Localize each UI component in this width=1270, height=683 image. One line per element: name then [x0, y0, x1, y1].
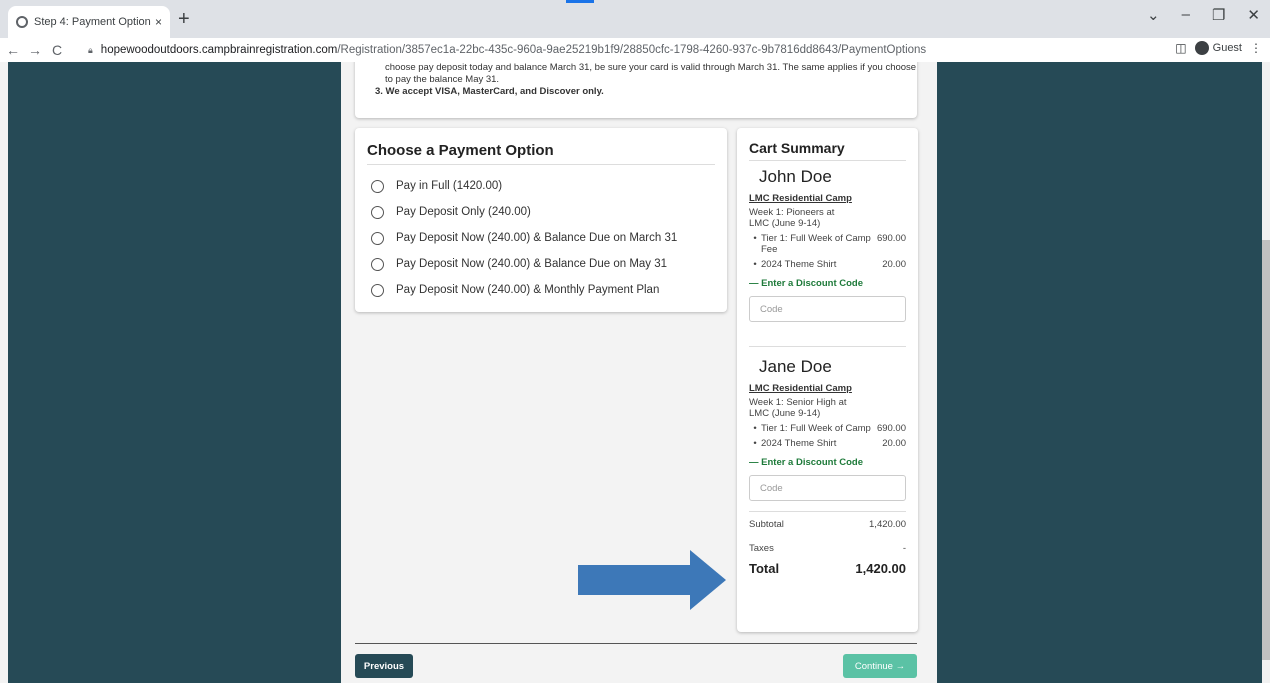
camper-name: Jane Doe [759, 357, 832, 376]
browser-tab[interactable]: Step 4: Payment Options - Luth × [8, 6, 170, 38]
line-item-name: Tier 1: Full Week of Camp [761, 423, 871, 434]
footer-separator [355, 643, 917, 644]
instruction-line: choose pay deposit today and balance Mar… [385, 62, 917, 73]
subtotal-label: Subtotal [749, 519, 784, 530]
continue-button[interactable]: Continue → [843, 654, 917, 678]
discount-code-toggle[interactable]: — Enter a Discount Code [749, 457, 906, 468]
option-label: Pay Deposit Only (240.00) [396, 206, 531, 218]
tab-title: Step 4: Payment Options - Luth [34, 16, 151, 28]
taxes-value: - [902, 542, 906, 554]
radio-button[interactable] [371, 283, 384, 297]
profile-avatar-icon [1194, 41, 1209, 55]
camper-section: Jane Doe LMC Residential Camp Week 1: Se… [749, 357, 906, 501]
line-item-amount: 690.00 [876, 233, 906, 244]
session-week: Week 1: Pioneers at LMC (June 9-14) [749, 207, 835, 229]
line-item: • 2024 Theme Shirt 20.00 [753, 438, 906, 449]
option-label: Pay Deposit Now (240.00) & Monthly Payme… [396, 284, 660, 296]
line-item: • 2024 Theme Shirt 20.00 [753, 259, 906, 270]
camper-section: John Doe LMC Residential Camp Week 1: Pi… [749, 167, 906, 322]
profile-label: Guest [1212, 42, 1242, 54]
payment-options-card: Choose a Payment Option Pay in Full (142… [355, 128, 727, 312]
total-label: Total [749, 561, 780, 576]
tab-search-icon[interactable]: ⌄ [1147, 6, 1160, 24]
payment-option-monthly-plan[interactable]: Pay Deposit Now (240.00) & Monthly Payme… [371, 277, 715, 303]
side-panel-icon[interactable]: ◫ [1175, 41, 1186, 55]
toolbar-right: ◫ Guest ⋮ [1175, 41, 1262, 55]
option-label: Pay in Full (1420.00) [396, 180, 503, 192]
window-controls: ⌄ – ❐ ✕ [1147, 6, 1260, 24]
line-item: • Tier 1: Full Week of Camp 690.00 [753, 423, 906, 434]
taxes-row: Taxes - [749, 537, 906, 559]
line-item-name: Tier 1: Full Week of Camp Fee [761, 233, 871, 255]
cart-summary-title: Cart Summary [749, 140, 906, 161]
payment-options-title: Choose a Payment Option [367, 142, 715, 165]
cart-summary-card: Cart Summary John Doe LMC Residential Ca… [737, 128, 918, 632]
radio-button[interactable] [371, 231, 384, 245]
forward-icon[interactable]: → [26, 42, 44, 58]
previous-button[interactable]: Previous [355, 654, 413, 678]
url-path: /Registration/3857ec1a-22bc-435c-960a-9a… [337, 44, 927, 56]
annotation-arrow-icon [578, 550, 726, 610]
total-value: 1,420.00 [855, 561, 906, 576]
payment-option-pay-in-full[interactable]: Pay in Full (1420.00) [371, 173, 715, 199]
option-label: Pay Deposit Now (240.00) & Balance Due o… [396, 258, 668, 270]
line-item-amount: 20.00 [882, 438, 906, 449]
instruction-line: to pay the balance May 31. [385, 74, 500, 85]
scrollbar-thumb[interactable] [1262, 240, 1270, 660]
program-link[interactable]: LMC Residential Camp [749, 383, 906, 394]
program-link[interactable]: LMC Residential Camp [749, 193, 906, 204]
tab-strip-accent [566, 0, 594, 3]
restore-icon[interactable]: ❐ [1212, 6, 1225, 24]
radio-button[interactable] [371, 205, 384, 219]
instructions-card: choose pay deposit today and balance Mar… [355, 62, 917, 118]
new-tab-button[interactable]: + [178, 8, 190, 31]
lock-icon[interactable]: 🔒︎ [88, 45, 93, 56]
session-week: Week 1: Senior High at LMC (June 9-14) [749, 397, 847, 419]
url-host: hopewoodoutdoors.campbrainregistration.c… [100, 44, 338, 56]
discount-code-toggle[interactable]: — Enter a Discount Code [749, 278, 906, 289]
close-window-icon[interactable]: ✕ [1247, 6, 1260, 24]
accepted-cards-note: 3. We accept VISA, MasterCard, and Disco… [375, 86, 604, 97]
total-row: Total 1,420.00 [749, 561, 906, 576]
line-item-amount: 690.00 [876, 423, 906, 434]
back-icon[interactable]: ← [4, 42, 22, 58]
reload-icon[interactable]: C [48, 42, 66, 58]
subtotal-value: 1,420.00 [869, 519, 906, 530]
page-viewport: choose pay deposit today and balance Mar… [8, 62, 1262, 683]
discount-code-input[interactable]: Code [749, 475, 906, 501]
minimize-icon[interactable]: – [1182, 6, 1190, 24]
payment-option-balance-march[interactable]: Pay Deposit Now (240.00) & Balance Due o… [371, 225, 715, 251]
payment-option-deposit-only[interactable]: Pay Deposit Only (240.00) [371, 199, 715, 225]
url-field[interactable]: hopewoodoutdoors.campbrainregistration.c… [101, 44, 926, 56]
camper-name: John Doe [759, 167, 832, 186]
line-item-name: 2024 Theme Shirt [761, 438, 837, 449]
profile-button[interactable]: Guest [1194, 41, 1242, 55]
line-item-amount: 20.00 [882, 259, 906, 270]
address-bar: ← → C 🔒︎ hopewoodoutdoors.campbrainregis… [0, 38, 1270, 62]
radio-button[interactable] [371, 179, 384, 193]
line-item: • Tier 1: Full Week of Camp Fee 690.00 [753, 233, 906, 255]
browser-tab-strip: Step 4: Payment Options - Luth × + ⌄ – ❐… [0, 0, 1270, 38]
taxes-label: Taxes [749, 542, 774, 554]
section-divider [749, 346, 906, 347]
radio-button[interactable] [371, 257, 384, 271]
left-edge [0, 62, 8, 683]
globe-icon [16, 16, 28, 28]
payment-option-balance-may[interactable]: Pay Deposit Now (240.00) & Balance Due o… [371, 251, 715, 277]
menu-icon[interactable]: ⋮ [1250, 41, 1262, 55]
close-tab-icon[interactable]: × [155, 15, 162, 29]
option-label: Pay Deposit Now (240.00) & Balance Due o… [396, 232, 678, 244]
subtotal-row: Subtotal 1,420.00 [749, 511, 906, 537]
line-item-name: 2024 Theme Shirt [761, 259, 837, 270]
discount-code-input[interactable]: Code [749, 296, 906, 322]
